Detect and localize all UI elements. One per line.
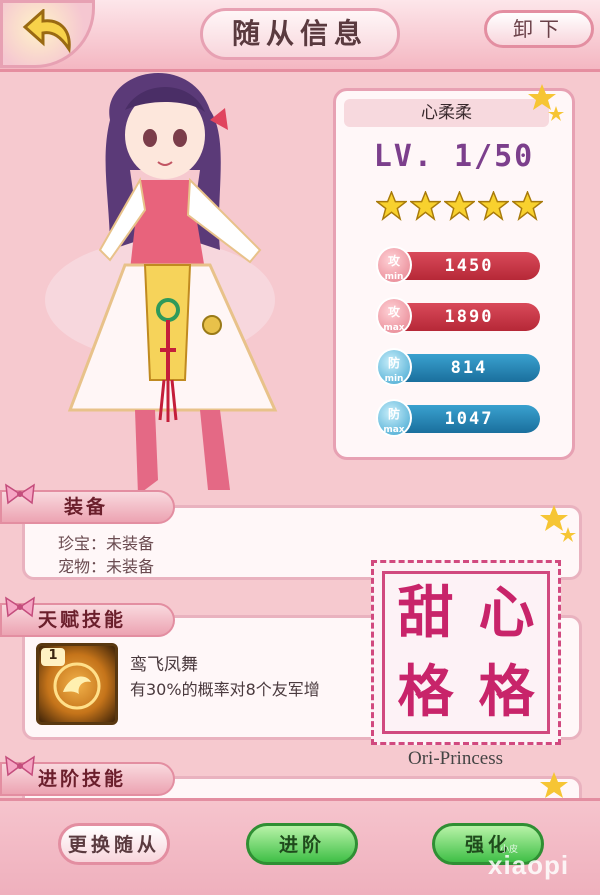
corner-star-icon <box>528 84 564 121</box>
attack-max-badge-label: 攻 <box>387 305 400 319</box>
attack-max-badge-sub: max <box>383 323 405 333</box>
talent-skill-desc: 有30%的概率对8个友军增 <box>130 680 320 699</box>
equipment-treasure: 珍宝：未装备 <box>58 534 155 553</box>
defense-max-value: 1047 <box>398 405 540 433</box>
defense-max-badge-sub: max <box>383 425 405 435</box>
talent-skill-level: 1 <box>41 648 65 666</box>
attack-min-value: 1450 <box>398 252 540 280</box>
stats-panel: 心柔柔 LV. 1/50 1450 攻 min 1890 攻 max 814 防 mi… <box>333 88 575 460</box>
attack-min-badge-sub: min <box>384 272 404 282</box>
watermark-stamp: 甜 心 格 格 <box>371 560 561 745</box>
attack-max-value: 1890 <box>398 303 540 331</box>
watermark-char: 格 <box>397 658 454 725</box>
site-watermark: xiaopi <box>488 850 570 880</box>
defense-max-row: 1047 防 max <box>376 399 541 439</box>
defense-max-badge-label: 防 <box>387 407 400 421</box>
star-icon <box>478 191 509 222</box>
star-icon <box>376 191 407 222</box>
unequip-button[interactable]: 卸下 <box>484 10 594 48</box>
companion-portrait <box>45 72 278 495</box>
corner-star-icon <box>540 505 576 542</box>
star-icon <box>444 191 475 222</box>
attack-max-badge: 攻 max <box>376 297 412 335</box>
watermark-char: 甜 <box>397 580 454 647</box>
defense-min-badge-label: 防 <box>387 356 400 370</box>
bow-icon <box>5 483 35 505</box>
corner-star-icon <box>540 772 568 798</box>
watermark-caption: Ori-Princess <box>408 748 503 769</box>
companion-level: LV. 1/50 <box>373 139 535 174</box>
defense-min-row: 814 防 min <box>376 348 541 388</box>
talent-skill-name: 鸾飞凤舞 <box>130 655 198 675</box>
attack-max-row: 1890 攻 max <box>376 297 541 337</box>
advance-button[interactable]: 进阶 <box>246 823 358 865</box>
watermark-char: 心 <box>478 580 535 647</box>
change-companion-button[interactable]: 更换随从 <box>58 823 170 865</box>
star-icon <box>410 191 441 222</box>
defense-min-badge: 防 min <box>376 348 412 386</box>
bow-icon <box>5 596 35 618</box>
watermark-char: 格 <box>478 658 535 725</box>
attack-min-badge: 攻 min <box>376 246 412 284</box>
companion-name: 心柔柔 <box>344 99 549 127</box>
talent-skill-icon[interactable]: 1 <box>36 643 118 725</box>
equipment-pet: 宠物：未装备 <box>58 557 155 576</box>
defense-max-badge: 防 max <box>376 399 412 437</box>
star-rating <box>376 191 546 225</box>
defense-min-badge-sub: min <box>384 374 404 384</box>
attack-min-badge-label: 攻 <box>387 254 400 268</box>
star-icon <box>512 191 543 222</box>
attack-min-row: 1450 攻 min <box>376 246 541 286</box>
defense-min-value: 814 <box>398 354 540 382</box>
bow-icon <box>5 755 35 777</box>
